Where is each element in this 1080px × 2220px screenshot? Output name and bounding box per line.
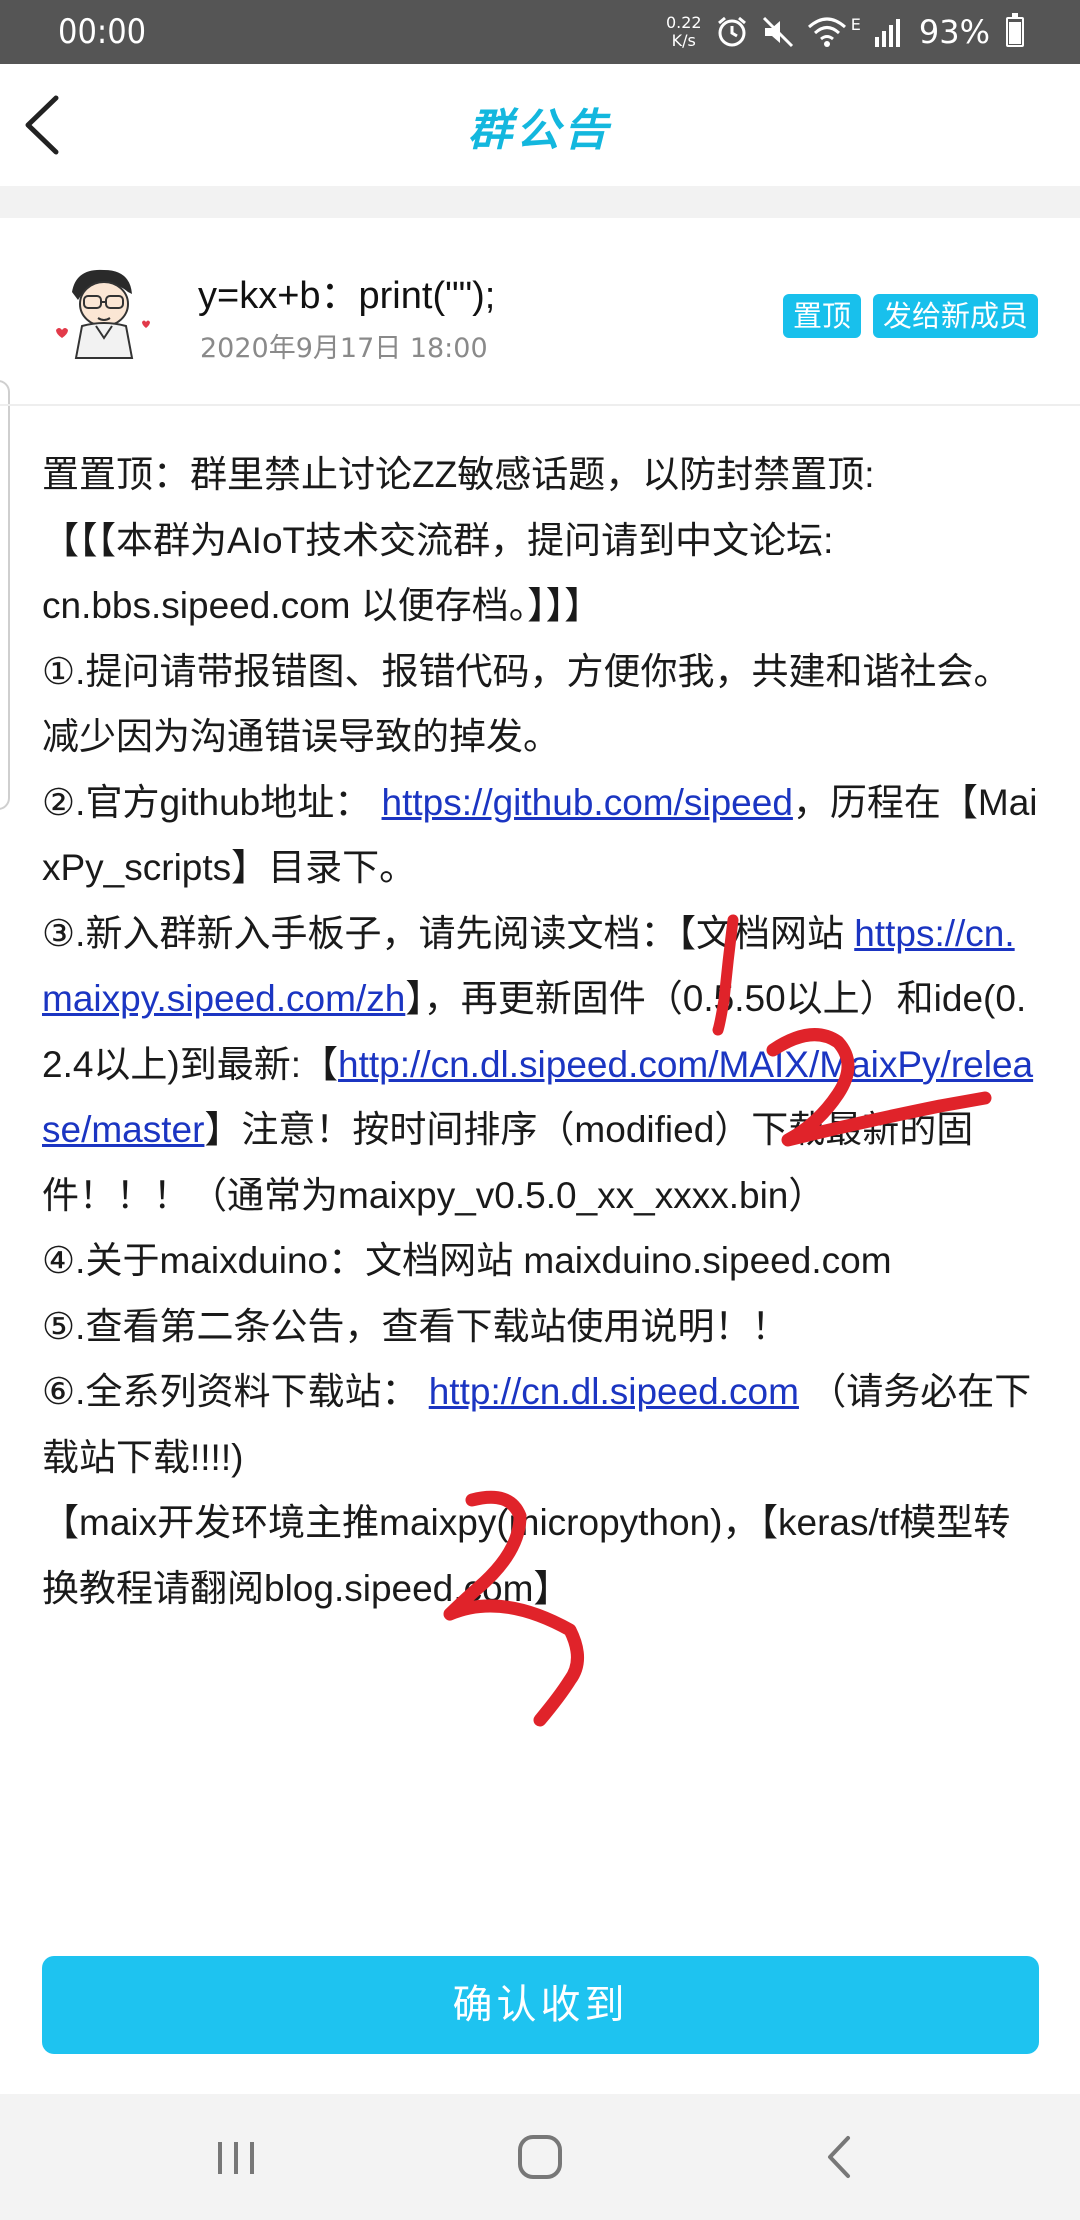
network-type: E [850,14,861,34]
post-header: y=kx+b：print(""); 2020年9月17日 18:00 置顶 发给… [0,218,1080,404]
mute-icon [762,16,793,48]
download-site-link[interactable]: http://cn.dl.sipeed.com [429,1371,799,1412]
pinned-tag: 置顶 [782,294,861,338]
side-handle[interactable] [0,380,10,810]
notice-line: ②.官方github地址： https://github.com/sipeed，… [42,781,1038,889]
notice-line: ⑤.查看第二条公告，查看下载站使用说明！！ [42,1305,789,1347]
notice-line: ⑥.全系列资料下载站： http://cn.dl.sipeed.com （请务必… [42,1371,1032,1478]
send-to-new-members-tag: 发给新成员 [872,294,1038,338]
alarm-icon [717,16,746,47]
nav-back-button[interactable] [800,2124,880,2190]
battery-icon [1006,13,1024,47]
notice-line: 置置顶：群里禁止讨论ZZ敏感话题，以防封禁置顶: [42,454,875,495]
home-button[interactable] [500,2124,580,2190]
notice-line: ④.关于maixduino：文档网站 maixduino.sipeed.com [42,1240,892,1281]
home-icon [518,2135,562,2179]
recent-apps-button[interactable] [196,2124,276,2190]
notice-line: ③.新入群新入手板子，请先阅读文档：【文档网站 https://cn.maixp… [42,912,1034,1216]
header-divider [0,404,1080,406]
notice-line: 【【【本群为AIoT技术交流群，提问请到中文论坛: [42,519,834,561]
back-icon [828,2136,850,2178]
status-bar: 00:00 0.22 K/s E 93% [0,0,1080,64]
status-icons: 0.22 K/s E 93% [665,10,1024,54]
network-speed: 0.22 K/s [665,13,702,50]
status-time: 00:00 [58,12,147,52]
confirm-received-button[interactable]: 确认收到 [42,1956,1039,2054]
notice-line: 【maix开发环境主推maixpy(micropython)，【keras/tf… [42,1502,1011,1609]
author-name[interactable]: y=kx+b：print(""); [198,264,495,319]
title-bar: 群公告 [0,64,1080,186]
system-nav-bar [0,2094,1080,2220]
post-timestamp: 2020年9月17日 18:00 [200,333,488,364]
github-link[interactable]: https://github.com/sipeed [382,782,793,823]
notice-line: ①.提问请带报错图、报错代码，方便你我，共建和谐社会。减少因为沟通错误导致的掉发… [42,650,1011,758]
tag-group: 置顶 发给新成员 [782,294,1038,338]
battery-percent: 93% [918,13,990,51]
notice-line: cn.bbs.sipeed.com 以便存档。】】】 [42,585,602,626]
section-separator [0,186,1080,218]
announcement-body: 置置顶：群里禁止讨论ZZ敏感话题，以防封禁置顶: 【【【本群为AIoT技术交流群… [42,442,1042,1621]
recent-apps-icon [218,2142,254,2174]
page-title: 群公告 [468,105,612,156]
wifi-icon [807,17,846,47]
signal-icon [874,19,900,47]
avatar[interactable] [46,262,166,362]
